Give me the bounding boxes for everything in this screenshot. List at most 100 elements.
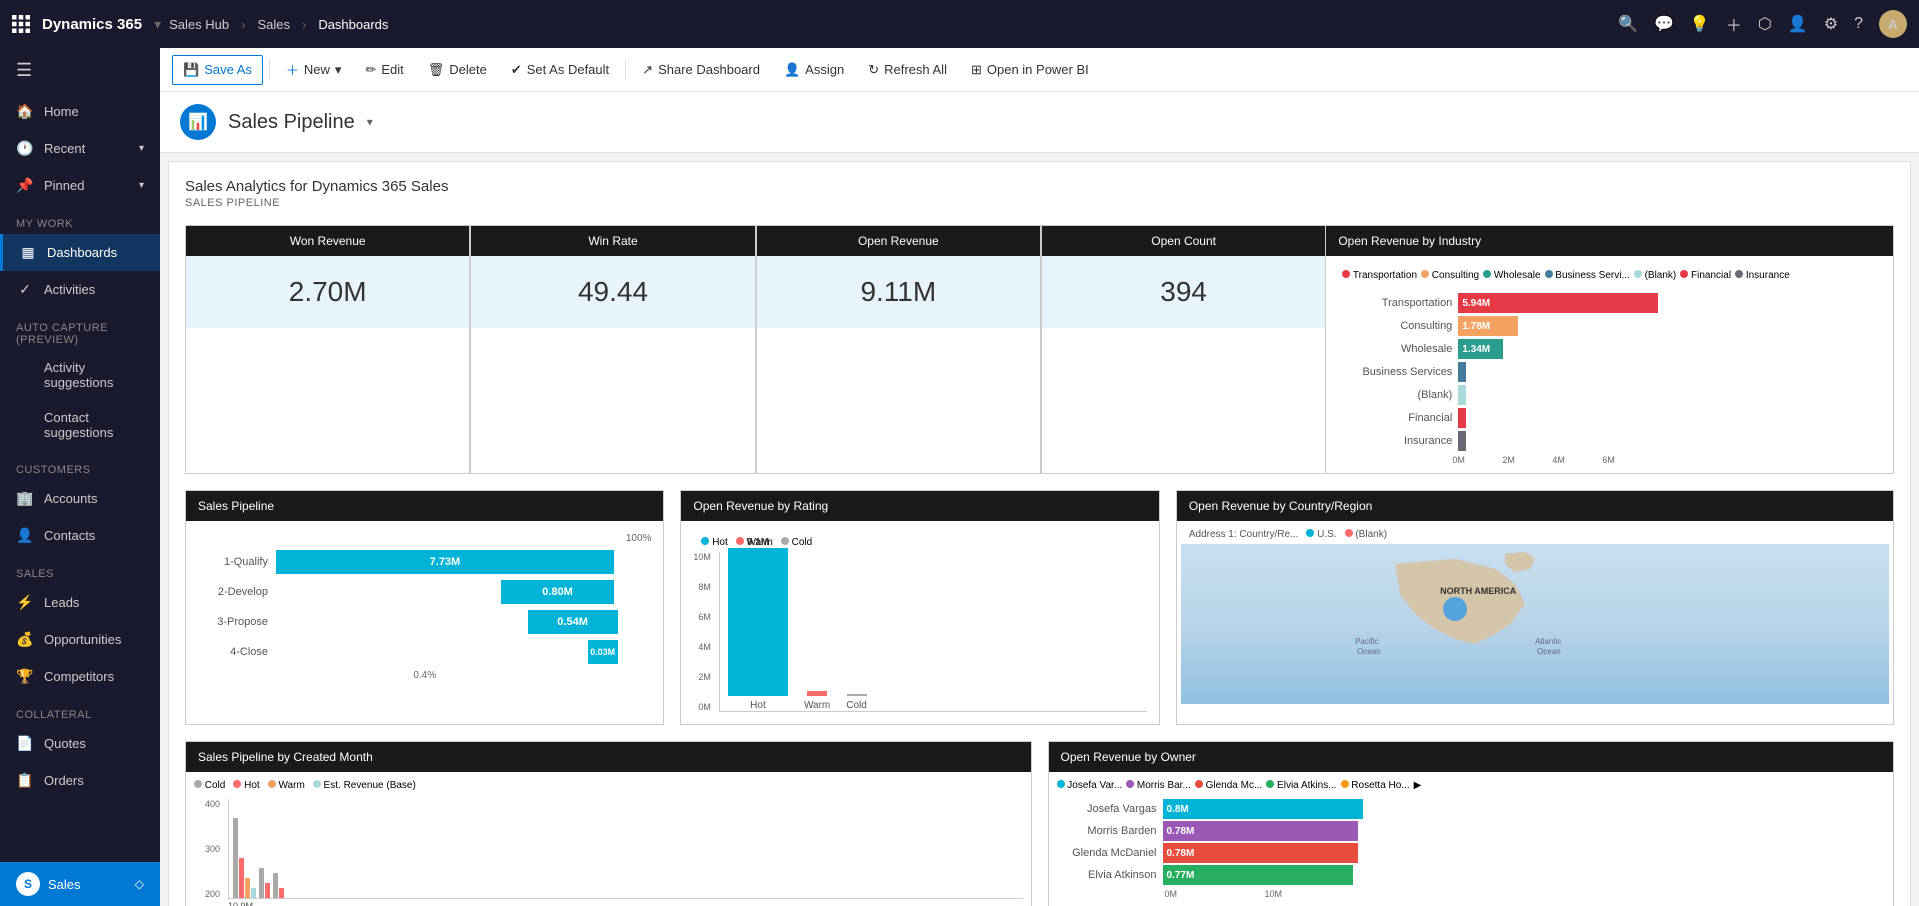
owner-row-morris: Morris Barden 0.78M — [1057, 821, 1886, 841]
dashboard-title-chevron[interactable]: ▾ — [367, 115, 373, 129]
owner-chart-body: Josefa Var... Morris Bar... Glenda Mc...… — [1049, 772, 1894, 906]
kpi-win-rate: Win Rate 49.44 — [470, 225, 755, 474]
pipeline-row-propose: 3-Propose 0.54M — [198, 610, 651, 634]
owner-chart: Open Revenue by Owner Josefa Var... Morr… — [1048, 741, 1895, 906]
owner-legend: Josefa Var... Morris Bar... Glenda Mc...… — [1057, 780, 1886, 791]
brand-name[interactable]: Dynamics 365 — [38, 16, 146, 33]
home-icon: 🏠 — [16, 103, 34, 120]
search-icon[interactable]: 🔍 — [1618, 14, 1638, 34]
pipeline-row-close: 4-Close 0.03M — [198, 640, 651, 664]
map-svg: NORTH AMERICA Pacific Ocean Atlantic Oce… — [1181, 544, 1889, 704]
pinned-icon: 📌 — [16, 177, 34, 194]
month-chart-area: 400 300 200 — [194, 799, 1023, 899]
legend-business: Business Servi... — [1545, 270, 1630, 281]
powerbi-subtitle: SALES PIPELINE — [185, 197, 1894, 209]
app-grid-icon[interactable] — [12, 15, 30, 33]
main-content: 📊 Sales Pipeline ▾ Sales Analytics for D… — [160, 92, 1919, 906]
pipeline-chart-body: 100% 1-Qualify 7.73M 2-Develop — [186, 521, 663, 693]
collateral-section: Collateral — [0, 695, 160, 725]
legend-blank: (Blank) — [1634, 270, 1676, 281]
kpi-open-count-value: 394 — [1042, 256, 1325, 328]
sidebar-item-recent[interactable]: 🕐 Recent ▾ — [0, 130, 160, 167]
dashboard-title: Sales Pipeline — [228, 111, 355, 134]
industry-row-blank: (Blank) — [1342, 385, 1877, 405]
rating-chart-area: 10M 8M 6M 4M 2M 0M 9.1M Hot — [693, 552, 1146, 712]
assign-button[interactable]: 👤 Assign — [774, 56, 854, 84]
sidebar-item-pinned[interactable]: 📌 Pinned ▾ — [0, 167, 160, 204]
rating-y-labels: 10M 8M 6M 4M 2M 0M — [693, 552, 715, 712]
svg-text:NORTH AMERICA: NORTH AMERICA — [1440, 586, 1517, 596]
sidebar-item-dashboards[interactable]: ▦ Dashboards — [0, 234, 160, 271]
sidebar-bottom-app[interactable]: S Sales ◇ — [0, 862, 160, 906]
sidebar-item-home[interactable]: 🏠 Home — [0, 93, 160, 130]
industry-chart-header: Open Revenue by Industry — [1326, 226, 1893, 256]
plus-icon[interactable]: ＋ — [1726, 12, 1742, 36]
sidebar-item-activities[interactable]: ✓ Activities — [0, 271, 160, 308]
powerbi-icon: ⊞ — [971, 62, 982, 78]
user-avatar[interactable]: A — [1879, 10, 1907, 38]
dashboard-icon: 📊 — [180, 104, 216, 140]
sidebar: ☰ 🏠 Home 🕐 Recent ▾ 📌 Pinned ▾ My Work ▦… — [0, 48, 160, 906]
sidebar-item-contact-suggestions[interactable]: Contact suggestions — [0, 400, 160, 450]
brand-chevron: ▾ — [154, 16, 161, 33]
lightbulb-icon[interactable]: 💡 — [1690, 14, 1710, 34]
sidebar-item-quotes[interactable]: 📄 Quotes — [0, 725, 160, 762]
svg-text:Ocean: Ocean — [1357, 647, 1381, 656]
power-bi-button[interactable]: ⊞ Open in Power BI — [961, 56, 1099, 84]
svg-text:Ocean: Ocean — [1537, 647, 1561, 656]
save-as-button[interactable]: 💾 Save As — [172, 55, 263, 85]
refresh-button[interactable]: ↻ Refresh All — [858, 56, 957, 84]
sidebar-item-leads[interactable]: ⚡ Leads — [0, 584, 160, 621]
month-chart-body: Cold Hot Warm Est. Revenue (Base) 400 30… — [186, 772, 1031, 906]
map-legend: Address 1: Country/Re... U.S. (Blank) — [1181, 525, 1889, 544]
pinned-expand-icon: ▾ — [139, 180, 144, 191]
pipeline-100pct: 100% — [198, 533, 651, 544]
month-chart-header: Sales Pipeline by Created Month — [186, 742, 1031, 772]
edit-icon: ✏ — [365, 62, 376, 78]
sidebar-home-label: Home — [44, 104, 79, 119]
breadcrumb-app[interactable]: Sales — [257, 17, 290, 32]
person-switch-icon[interactable]: 👤 — [1788, 14, 1808, 34]
delete-icon: 🗑 — [428, 62, 445, 78]
filter-icon[interactable]: ⬡ — [1758, 14, 1772, 34]
sidebar-item-contacts[interactable]: 👤 Contacts — [0, 517, 160, 554]
sidebar-toggle[interactable]: ☰ — [0, 48, 160, 93]
breadcrumb-hub[interactable]: Sales Hub — [169, 17, 229, 32]
sidebar-pinned-label: Pinned — [44, 178, 84, 193]
edit-button[interactable]: ✏ Edit — [355, 56, 413, 84]
month-y-labels: 400 300 200 — [194, 799, 224, 899]
rating-bar-cold: Cold — [846, 694, 867, 711]
sidebar-item-activity-suggestions[interactable]: Activity suggestions — [0, 350, 160, 400]
help-icon[interactable]: ? — [1854, 15, 1863, 33]
rating-chart: Open Revenue by Rating Hot Warm Cold 10M… — [680, 490, 1159, 725]
opportunities-icon: 💰 — [16, 631, 34, 648]
set-default-button[interactable]: ✔ Set As Default — [501, 56, 619, 84]
sidebar-activity-suggestions-label: Activity suggestions — [44, 360, 144, 390]
new-button[interactable]: ＋ New ▾ — [276, 54, 352, 85]
legend-insurance: Insurance — [1735, 270, 1790, 281]
legend-consulting: Consulting — [1421, 270, 1479, 281]
settings-icon[interactable]: ⚙ — [1824, 14, 1838, 34]
sidebar-item-accounts[interactable]: 🏢 Accounts — [0, 480, 160, 517]
share-dashboard-button[interactable]: ↗ Share Dashboard — [632, 56, 770, 84]
sidebar-item-orders[interactable]: 📋 Orders — [0, 762, 160, 799]
sidebar-opportunities-label: Opportunities — [44, 632, 121, 647]
top-navigation: Dynamics 365 ▾ Sales Hub › Sales › Dashb… — [0, 0, 1919, 48]
industry-row-consulting: Consulting 1.78M — [1342, 316, 1877, 336]
pipeline-chart-header: Sales Pipeline — [186, 491, 663, 521]
sidebar-item-competitors[interactable]: 🏆 Competitors — [0, 658, 160, 695]
kpi-won-revenue-header: Won Revenue — [186, 226, 469, 256]
kpi-open-revenue-value: 9.11M — [757, 256, 1040, 328]
owner-legend-next[interactable]: ▶ — [1414, 780, 1422, 791]
pipeline-row-develop: 2-Develop 0.80M — [198, 580, 651, 604]
industry-chart: Open Revenue by Industry Transportation … — [1326, 225, 1894, 474]
industry-x-axis: 0M 2M 4M 6M — [1334, 455, 1885, 465]
middle-charts-row: Sales Pipeline 100% 1-Qualify 7.73M 2-De… — [185, 490, 1894, 725]
sidebar-recent-label: Recent — [44, 141, 85, 156]
delete-button[interactable]: 🗑 Delete — [418, 56, 497, 84]
chat-icon[interactable]: 💬 — [1654, 14, 1674, 34]
month-legend: Cold Hot Warm Est. Revenue (Base) — [194, 780, 1023, 791]
sidebar-item-opportunities[interactable]: 💰 Opportunities — [0, 621, 160, 658]
quotes-icon: 📄 — [16, 735, 34, 752]
us-marker — [1443, 597, 1467, 621]
